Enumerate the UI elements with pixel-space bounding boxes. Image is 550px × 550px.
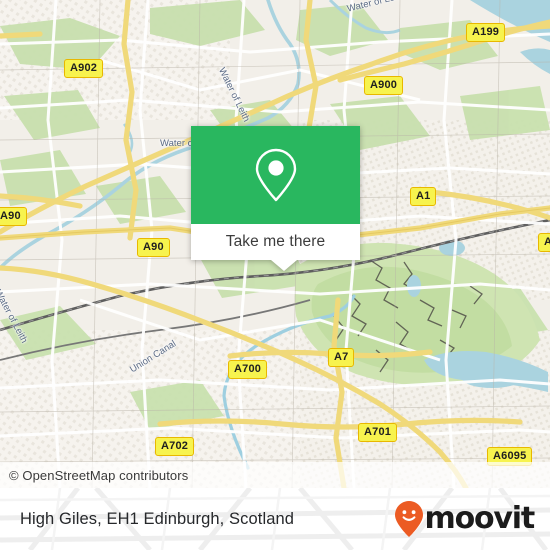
road-shield: A702 — [155, 437, 195, 456]
location-callout-card[interactable]: Take me there — [191, 126, 360, 271]
osm-attribution-bar: © OpenStreetMap contributors — [0, 462, 550, 488]
place-name-label: High Giles, EH1 Edinburgh, Scotland — [20, 509, 295, 528]
map-pin-icon — [255, 148, 296, 202]
moovit-wordmark: moovit — [424, 501, 536, 536]
road-shield: A1 — [538, 233, 550, 252]
road-shield: A90 — [137, 238, 170, 257]
footer-bar: High Giles, EH1 Edinburgh, Scotland moov… — [0, 488, 550, 550]
moovit-logo[interactable]: moovit — [394, 500, 536, 538]
moovit-map-screenshot: A902A199A900A90A90A1A1A700A7A702A701A609… — [0, 0, 550, 550]
road-shield: A90 — [0, 207, 27, 226]
footer-content-row: High Giles, EH1 Edinburgh, Scotland moov… — [0, 488, 550, 550]
road-shield: A701 — [358, 423, 398, 442]
osm-attribution-text: © OpenStreetMap contributors — [9, 467, 189, 483]
moovit-pin-smiley-icon — [394, 501, 423, 537]
road-shield: A902 — [64, 59, 104, 78]
road-shield: A1 — [410, 187, 437, 206]
road-shield: A700 — [228, 360, 268, 379]
callout-action-panel[interactable]: Take me there — [191, 224, 360, 260]
road-shield: A199 — [466, 23, 506, 42]
road-shield: A900 — [364, 76, 404, 95]
take-me-there-label: Take me there — [225, 233, 326, 250]
road-shield: A7 — [328, 348, 355, 367]
callout-icon-panel — [191, 126, 360, 224]
callout-pointer-tail — [271, 260, 297, 271]
